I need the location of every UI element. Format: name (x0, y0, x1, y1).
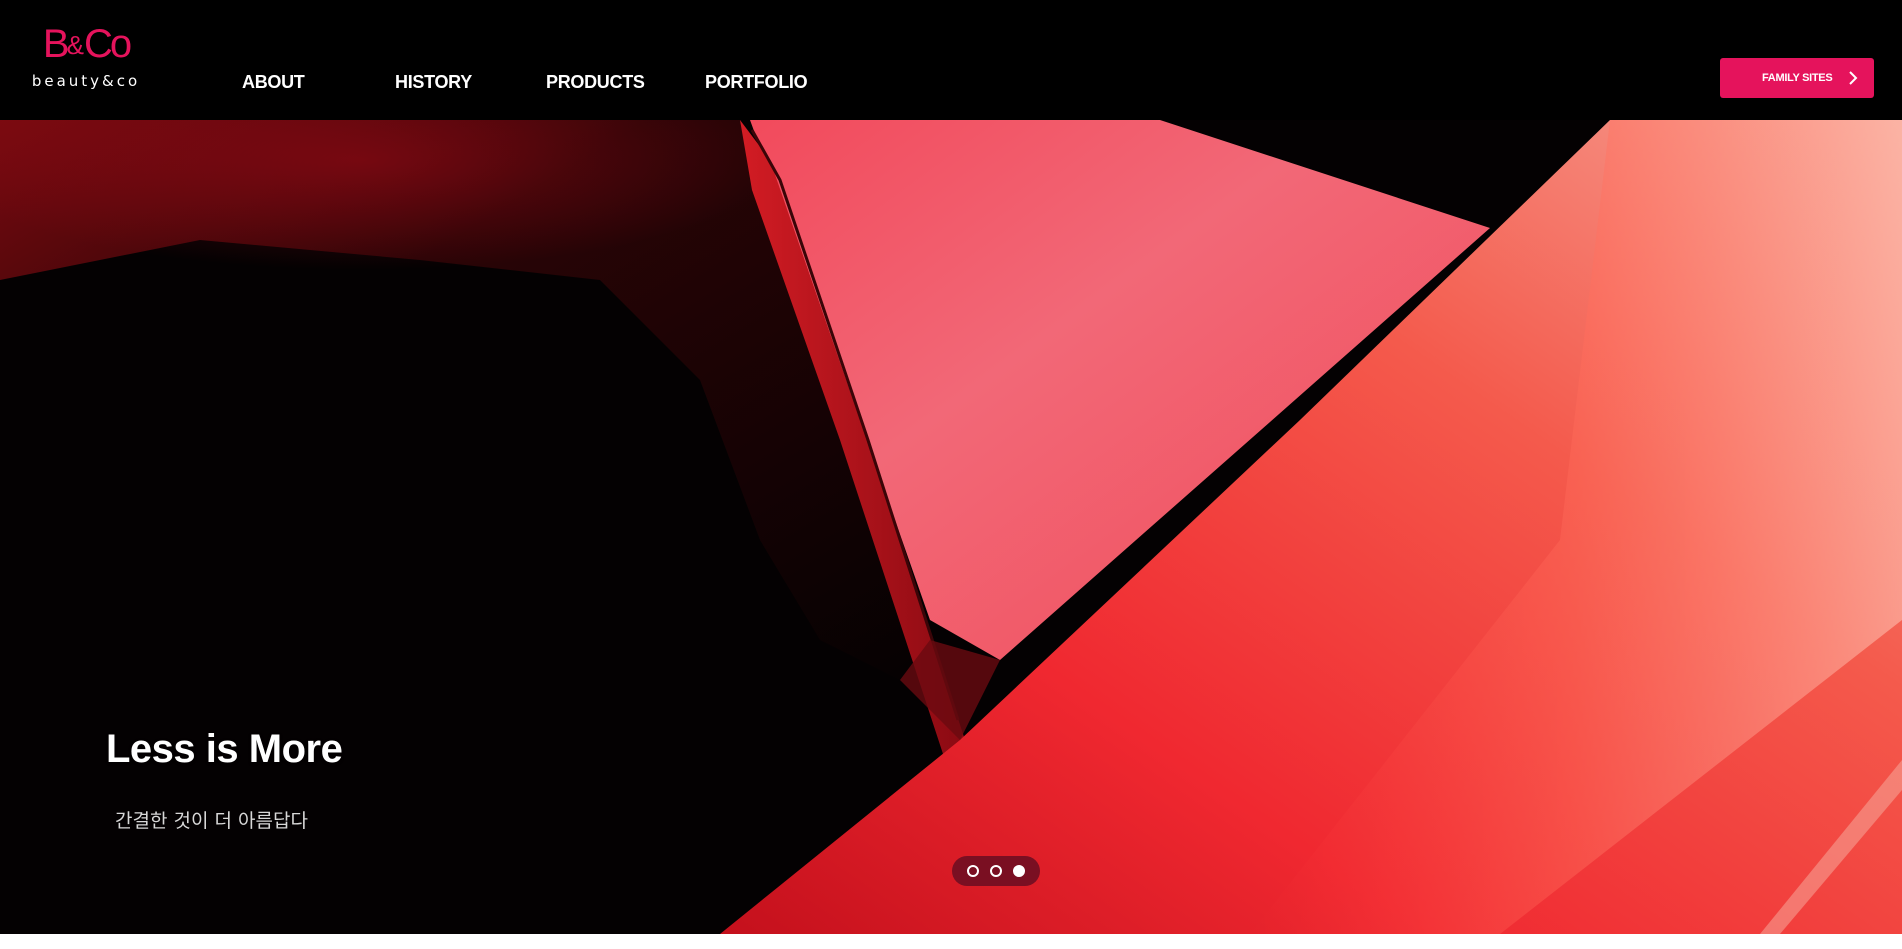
family-sites-button[interactable]: FAMILY SITES (1720, 58, 1874, 98)
logo-mark: B&Co (42, 22, 132, 66)
hero-subtitle: 간결한 것이 더 아름답다 (115, 810, 308, 832)
nav-item-products[interactable]: PRODUCTS (546, 70, 645, 94)
slide-dot-3[interactable] (1013, 865, 1025, 877)
page: B&Co beauty&co ABOUT HISTORY PRODUCTS PO… (0, 0, 1902, 949)
family-sites-label: FAMILY SITES (1762, 72, 1833, 84)
brand-logo[interactable]: B&Co beauty&co (28, 22, 144, 94)
slide-dot-2[interactable] (990, 865, 1002, 877)
page-bottom-strip (0, 934, 1902, 949)
nav-item-about[interactable]: ABOUT (242, 70, 305, 94)
slide-pagination (952, 856, 1040, 886)
hero-title: Less is More (106, 727, 343, 771)
site-header: B&Co beauty&co ABOUT HISTORY PRODUCTS PO… (0, 0, 1902, 120)
nav-item-portfolio[interactable]: PORTFOLIO (705, 70, 808, 94)
hero-slider: Less is More 간결한 것이 더 아름답다 (0, 120, 1902, 934)
logo-wordmark: beauty&co (31, 72, 141, 90)
slide-dot-1[interactable] (967, 865, 979, 877)
nav-item-history[interactable]: HISTORY (395, 70, 472, 94)
chevron-right-icon (1849, 71, 1858, 85)
